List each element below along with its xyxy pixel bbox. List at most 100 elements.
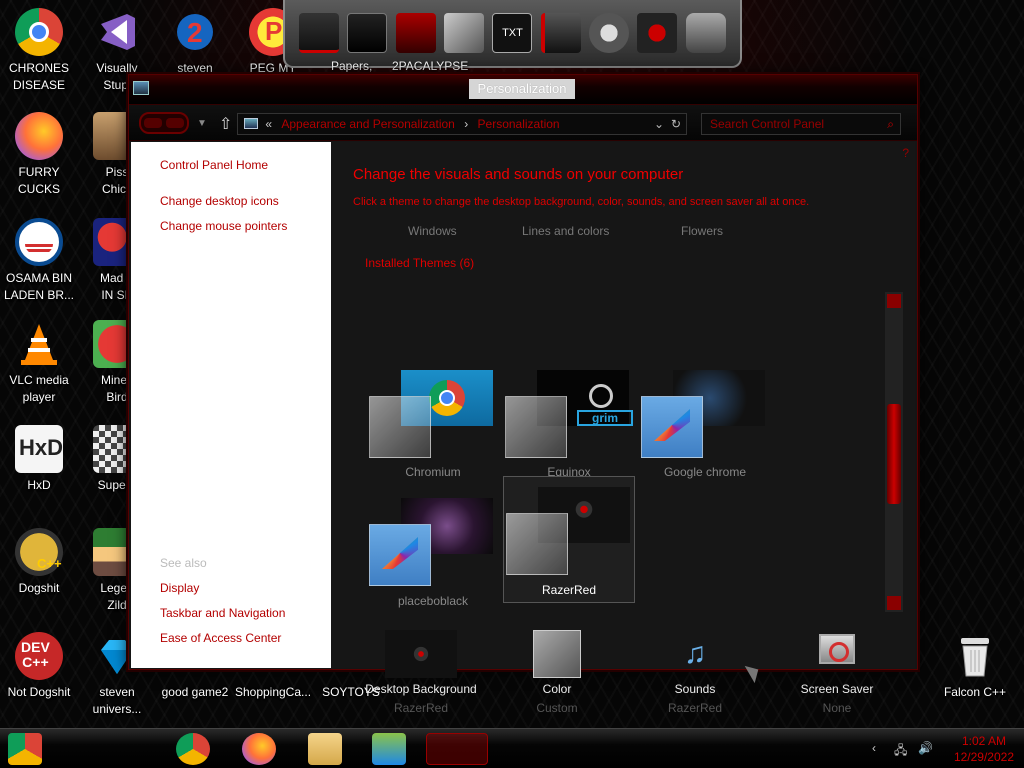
theme-list-scrollbar[interactable] xyxy=(885,292,903,612)
dock-logo-icon[interactable] xyxy=(637,13,678,53)
desktop-icon-chrones-disease[interactable]: CHRONES DISEASE xyxy=(0,8,78,94)
theme-placeboblack[interactable]: placeboblack xyxy=(367,490,499,616)
clock-time: 1:02 AM xyxy=(961,734,1006,748)
taskbar-navigation-link[interactable]: Taskbar and Navigation xyxy=(160,606,285,620)
dock-cube-icon[interactable] xyxy=(444,13,485,53)
dock-razer-box-icon[interactable] xyxy=(395,13,436,53)
theme-chromium[interactable]: Chromium xyxy=(367,362,499,488)
forward-arrow-icon[interactable] xyxy=(166,118,184,128)
theme-name: Chromium xyxy=(405,465,461,479)
window-title-text: Personalization xyxy=(469,79,575,99)
help-icon[interactable]: ? xyxy=(902,146,909,160)
desktop-icon-vlc[interactable]: VLC media player xyxy=(0,320,78,406)
theme-name: Google chrome xyxy=(663,465,747,479)
bottom-item-name: Sounds xyxy=(674,682,716,696)
bottom-item-name: Screen Saver xyxy=(800,682,874,696)
desktop-icon-label: Dogshit xyxy=(18,581,60,595)
bottom-item-value: Custom xyxy=(536,701,578,715)
obama-logo-icon xyxy=(15,218,63,266)
screen-saver-button[interactable]: Screen Saver None xyxy=(787,630,887,715)
see-also-heading: See also xyxy=(160,556,207,570)
breadcrumb-personalization[interactable]: Personalization xyxy=(478,117,560,131)
volume-tray-icon[interactable]: 🔊 xyxy=(918,741,933,755)
scroll-down-arrow-icon[interactable] xyxy=(887,596,901,610)
address-bar[interactable]: « Appearance and Personalization › Perso… xyxy=(237,113,687,135)
desktop-icon-falcon-cpp[interactable]: Falcon C++ xyxy=(936,632,1014,701)
display-link[interactable]: Display xyxy=(160,581,199,595)
theme-equinox[interactable]: grim Equinox xyxy=(503,362,635,488)
firefox-icon xyxy=(15,112,63,160)
ease-of-access-link[interactable]: Ease of Access Center xyxy=(160,631,281,645)
sounds-button[interactable]: ♫ Sounds RazerRed xyxy=(655,630,735,715)
theme-name: placeboblack xyxy=(397,594,469,608)
search-placeholder: Search Control Panel xyxy=(710,117,825,131)
main-pane: ? Change the visuals and sounds on your … xyxy=(331,142,915,715)
desktop-icon-osama-bin-laden[interactable]: OSAMA BIN LADEN BR... xyxy=(0,218,78,304)
music-notes-icon: ♫ xyxy=(683,637,707,670)
razerred-color-swatch xyxy=(506,513,568,575)
breadcrumb-prefix: « xyxy=(265,117,273,131)
taskbar-personalization-icon[interactable] xyxy=(426,733,488,765)
refresh-icon[interactable]: ↻ xyxy=(671,114,681,134)
desktop-icon-dogshit[interactable]: C++ Dogshit xyxy=(0,528,78,597)
desktop-icon-label: ShoppingCa... xyxy=(234,685,312,699)
color-button[interactable]: Color Custom xyxy=(517,630,597,715)
dock-laptop-icon[interactable] xyxy=(299,13,340,53)
dock-trash-icon[interactable] xyxy=(685,13,726,53)
dock-speaker-icon[interactable] xyxy=(589,13,630,53)
dock-text-icon[interactable]: TXT xyxy=(492,13,533,53)
bottom-item-value: RazerRed xyxy=(393,701,449,715)
up-arrow-icon[interactable]: ⇧ xyxy=(219,114,232,134)
desktop-icon-label: CHRONES DISEASE xyxy=(8,61,69,92)
theme-razerred[interactable]: RazerRed xyxy=(503,476,635,603)
back-arrow-icon[interactable] xyxy=(144,118,162,128)
theme-category-windows[interactable]: Windows xyxy=(408,224,457,238)
taskbar-network-icon[interactable] xyxy=(372,733,406,765)
desktop-icon-steven[interactable]: 2 steven xyxy=(156,8,234,77)
color-fan-icon xyxy=(654,409,690,441)
installed-themes-heading: Installed Themes (6) xyxy=(365,256,475,270)
dock-folder-icon[interactable] xyxy=(540,13,581,53)
desktop-background-button[interactable]: Desktop Background RazerRed xyxy=(361,630,481,715)
chromium-color-swatch xyxy=(369,396,431,458)
dock-label-2pacalypse: 2PACALYPSE xyxy=(392,59,469,73)
clock-date: 12/29/2022 xyxy=(953,750,1014,764)
start-button[interactable] xyxy=(8,733,42,765)
breadcrumb-appearance[interactable]: Appearance and Personalization xyxy=(281,117,454,131)
search-icon[interactable]: ⌕ xyxy=(887,114,894,134)
equinox-color-swatch xyxy=(505,396,567,458)
desktop-icon-label: Falcon C++ xyxy=(943,685,1007,699)
svg-text:2: 2 xyxy=(187,17,203,48)
address-dropdown-icon[interactable]: ⌄ xyxy=(654,114,664,134)
change-desktop-icons-link[interactable]: Change desktop icons xyxy=(160,194,279,208)
theme-google-chrome[interactable]: Google chrome xyxy=(639,362,771,488)
desktop-icon-not-dogshit[interactable]: DEV C++ Not Dogshit xyxy=(0,632,78,701)
network-tray-icon[interactable]: 🖧 xyxy=(894,741,907,762)
recent-pages-chevron-icon[interactable]: ▼ xyxy=(197,118,207,129)
color-fan-icon xyxy=(382,537,418,569)
change-mouse-pointers-link[interactable]: Change mouse pointers xyxy=(160,219,287,233)
dock-monitor-icon[interactable] xyxy=(347,13,388,53)
taskbar-file-explorer-icon[interactable] xyxy=(308,733,342,765)
personalization-window: Personalization ▼ ⇧ « Appearance and Per… xyxy=(128,74,918,715)
title-bar[interactable]: Personalization xyxy=(129,75,917,105)
desktop-icon-hxd[interactable]: HxD HxD xyxy=(0,425,78,494)
hxd-icon: HxD xyxy=(15,425,63,473)
back-forward-buttons[interactable] xyxy=(139,112,189,134)
clock[interactable]: 1:02 AM 12/29/2022 xyxy=(954,733,1014,765)
control-panel-home-link[interactable]: Control Panel Home xyxy=(160,158,268,172)
scroll-thumb[interactable] xyxy=(887,404,901,504)
search-input[interactable]: Search Control Panel ⌕ xyxy=(701,113,901,135)
theme-category-lines-colors[interactable]: Lines and colors xyxy=(522,224,609,238)
taskbar-chrome-icon[interactable] xyxy=(176,733,210,765)
headphones-icon xyxy=(589,384,613,408)
taskbar-firefox-icon[interactable] xyxy=(242,733,276,765)
desktop-icon-furry-cucks[interactable]: FURRY CUCKS xyxy=(0,112,78,198)
window-system-icon[interactable] xyxy=(133,81,149,95)
desktop-background-icon xyxy=(385,630,457,678)
taskbar: ‹ 🖧 🔊 1:02 AM 12/29/2022 xyxy=(0,728,1024,768)
scroll-up-arrow-icon[interactable] xyxy=(887,294,901,308)
tray-chevron-icon[interactable]: ‹ xyxy=(872,741,876,755)
theme-category-flowers[interactable]: Flowers xyxy=(681,224,723,238)
placeboblack-color-swatch xyxy=(369,524,431,586)
